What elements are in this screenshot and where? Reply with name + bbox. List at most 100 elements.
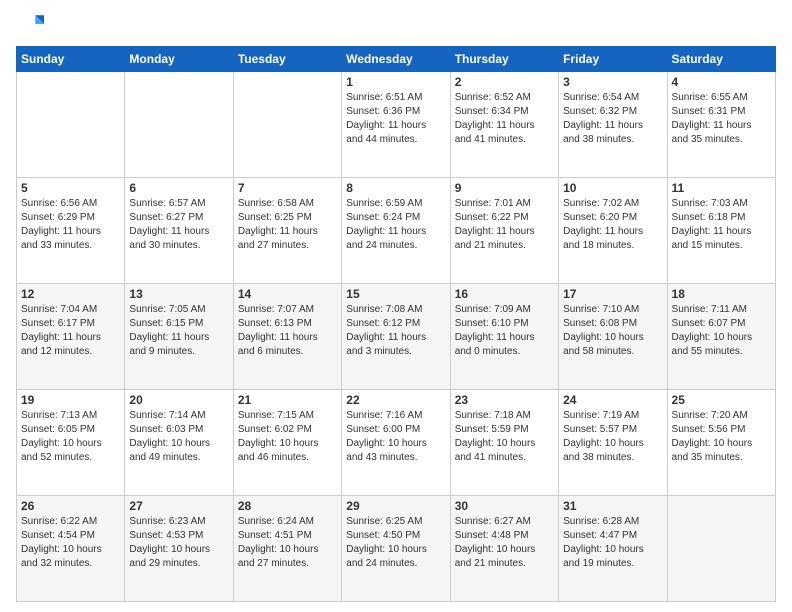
- day-info: Sunrise: 7:08 AM Sunset: 6:12 PM Dayligh…: [346, 303, 445, 359]
- day-number: 7: [238, 181, 337, 195]
- day-info: Sunrise: 7:10 AM Sunset: 6:08 PM Dayligh…: [563, 303, 662, 359]
- day-number: 18: [672, 287, 771, 301]
- day-info: Sunrise: 7:18 AM Sunset: 5:59 PM Dayligh…: [455, 409, 554, 465]
- day-number: 2: [455, 75, 554, 89]
- day-number: 24: [563, 393, 662, 407]
- day-number: 29: [346, 499, 445, 513]
- col-header-friday: Friday: [559, 47, 667, 72]
- calendar-cell: 3 Sunrise: 6:54 AM Sunset: 6:32 PM Daylig…: [559, 72, 667, 178]
- day-number: 1: [346, 75, 445, 89]
- calendar-header-row: SundayMondayTuesdayWednesdayThursdayFrid…: [17, 47, 776, 72]
- day-number: 27: [129, 499, 228, 513]
- calendar-cell: 30Sunrise: 6:27 AM Sunset: 4:48 PM Dayli…: [450, 496, 558, 602]
- day-number: 31: [563, 499, 662, 513]
- day-info: Sunrise: 6:25 AM Sunset: 4:50 PM Dayligh…: [346, 515, 445, 571]
- day-number: 14: [238, 287, 337, 301]
- calendar-week-4: 19 Sunrise: 7:13 AM Sunset: 6:05 PM Dayli…: [17, 390, 776, 496]
- day-info: Sunrise: 7:01 AM Sunset: 6:22 PM Dayligh…: [455, 197, 554, 253]
- day-info: Sunrise: 7:05 AM Sunset: 6:15 PM Dayligh…: [129, 303, 228, 359]
- calendar-cell: 28Sunrise: 6:24 AM Sunset: 4:51 PM Dayli…: [233, 496, 341, 602]
- page: SundayMondayTuesdayWednesdayThursdayFrid…: [0, 0, 792, 612]
- logo-icon: [16, 10, 44, 38]
- day-info: Sunrise: 7:20 AM Sunset: 5:56 PM Dayligh…: [672, 409, 771, 465]
- calendar-cell: 10 Sunrise: 7:02 AM Sunset: 6:20 PM Dayli…: [559, 178, 667, 284]
- calendar-cell: 4 Sunrise: 6:55 AM Sunset: 6:31 PM Daylig…: [667, 72, 775, 178]
- day-info: Sunrise: 6:58 AM Sunset: 6:25 PM Dayligh…: [238, 197, 337, 253]
- day-info: Sunrise: 7:11 AM Sunset: 6:07 PM Dayligh…: [672, 303, 771, 359]
- calendar-cell: 20Sunrise: 7:14 AM Sunset: 6:03 PM Dayli…: [125, 390, 233, 496]
- calendar-week-5: 26 Sunrise: 6:22 AM Sunset: 4:54 PM Dayli…: [17, 496, 776, 602]
- col-header-saturday: Saturday: [667, 47, 775, 72]
- calendar-cell: 23 Sunrise: 7:18 AM Sunset: 5:59 PM Dayli…: [450, 390, 558, 496]
- calendar-cell: 15Sunrise: 7:08 AM Sunset: 6:12 PM Dayli…: [342, 284, 450, 390]
- calendar-cell: 8 Sunrise: 6:59 AM Sunset: 6:24 PM Daylig…: [342, 178, 450, 284]
- day-number: 26: [21, 499, 120, 513]
- day-number: 12: [21, 287, 120, 301]
- day-number: 11: [672, 181, 771, 195]
- day-info: Sunrise: 6:28 AM Sunset: 4:47 PM Dayligh…: [563, 515, 662, 571]
- day-number: 9: [455, 181, 554, 195]
- day-number: 3: [563, 75, 662, 89]
- day-info: Sunrise: 7:16 AM Sunset: 6:00 PM Dayligh…: [346, 409, 445, 465]
- calendar-cell: 5 Sunrise: 6:56 AM Sunset: 6:29 PM Daylig…: [17, 178, 125, 284]
- calendar-cell: 1 Sunrise: 6:51 AM Sunset: 6:36 PM Daylig…: [342, 72, 450, 178]
- calendar-cell: 17 Sunrise: 7:10 AM Sunset: 6:08 PM Dayli…: [559, 284, 667, 390]
- day-info: Sunrise: 7:02 AM Sunset: 6:20 PM Dayligh…: [563, 197, 662, 253]
- calendar-cell: 19 Sunrise: 7:13 AM Sunset: 6:05 PM Dayli…: [17, 390, 125, 496]
- day-number: 10: [563, 181, 662, 195]
- day-info: Sunrise: 7:07 AM Sunset: 6:13 PM Dayligh…: [238, 303, 337, 359]
- day-number: 22: [346, 393, 445, 407]
- day-number: 8: [346, 181, 445, 195]
- calendar-table: SundayMondayTuesdayWednesdayThursdayFrid…: [16, 46, 776, 602]
- day-info: Sunrise: 7:15 AM Sunset: 6:02 PM Dayligh…: [238, 409, 337, 465]
- day-info: Sunrise: 6:54 AM Sunset: 6:32 PM Dayligh…: [563, 91, 662, 147]
- calendar-cell: 27Sunrise: 6:23 AM Sunset: 4:53 PM Dayli…: [125, 496, 233, 602]
- day-number: 5: [21, 181, 120, 195]
- calendar-cell: 11Sunrise: 7:03 AM Sunset: 6:18 PM Dayli…: [667, 178, 775, 284]
- day-info: Sunrise: 6:56 AM Sunset: 6:29 PM Dayligh…: [21, 197, 120, 253]
- day-number: 6: [129, 181, 228, 195]
- col-header-monday: Monday: [125, 47, 233, 72]
- day-number: 23: [455, 393, 554, 407]
- calendar-cell: 26 Sunrise: 6:22 AM Sunset: 4:54 PM Dayli…: [17, 496, 125, 602]
- day-info: Sunrise: 7:04 AM Sunset: 6:17 PM Dayligh…: [21, 303, 120, 359]
- calendar-cell: [17, 72, 125, 178]
- day-info: Sunrise: 7:13 AM Sunset: 6:05 PM Dayligh…: [21, 409, 120, 465]
- day-number: 4: [672, 75, 771, 89]
- col-header-wednesday: Wednesday: [342, 47, 450, 72]
- col-header-tuesday: Tuesday: [233, 47, 341, 72]
- day-number: 21: [238, 393, 337, 407]
- day-number: 13: [129, 287, 228, 301]
- calendar-cell: 7 Sunrise: 6:58 AM Sunset: 6:25 PM Daylig…: [233, 178, 341, 284]
- calendar-cell: 29 Sunrise: 6:25 AM Sunset: 4:50 PM Dayli…: [342, 496, 450, 602]
- header: [16, 10, 776, 38]
- calendar-cell: 16 Sunrise: 7:09 AM Sunset: 6:10 PM Dayli…: [450, 284, 558, 390]
- calendar-cell: [667, 496, 775, 602]
- day-number: 17: [563, 287, 662, 301]
- day-info: Sunrise: 7:09 AM Sunset: 6:10 PM Dayligh…: [455, 303, 554, 359]
- day-info: Sunrise: 6:55 AM Sunset: 6:31 PM Dayligh…: [672, 91, 771, 147]
- col-header-thursday: Thursday: [450, 47, 558, 72]
- col-header-sunday: Sunday: [17, 47, 125, 72]
- day-number: 20: [129, 393, 228, 407]
- calendar-cell: 12 Sunrise: 7:04 AM Sunset: 6:17 PM Dayli…: [17, 284, 125, 390]
- day-info: Sunrise: 6:59 AM Sunset: 6:24 PM Dayligh…: [346, 197, 445, 253]
- calendar-cell: 18 Sunrise: 7:11 AM Sunset: 6:07 PM Dayli…: [667, 284, 775, 390]
- day-number: 16: [455, 287, 554, 301]
- calendar-cell: 31 Sunrise: 6:28 AM Sunset: 4:47 PM Dayli…: [559, 496, 667, 602]
- logo: [16, 10, 48, 38]
- day-number: 30: [455, 499, 554, 513]
- calendar-cell: 22 Sunrise: 7:16 AM Sunset: 6:00 PM Dayli…: [342, 390, 450, 496]
- calendar-cell: [233, 72, 341, 178]
- day-info: Sunrise: 7:19 AM Sunset: 5:57 PM Dayligh…: [563, 409, 662, 465]
- calendar-week-3: 12 Sunrise: 7:04 AM Sunset: 6:17 PM Dayli…: [17, 284, 776, 390]
- calendar-cell: 13 Sunrise: 7:05 AM Sunset: 6:15 PM Dayli…: [125, 284, 233, 390]
- calendar-cell: 6Sunrise: 6:57 AM Sunset: 6:27 PM Daylig…: [125, 178, 233, 284]
- day-info: Sunrise: 6:51 AM Sunset: 6:36 PM Dayligh…: [346, 91, 445, 147]
- calendar-cell: 24 Sunrise: 7:19 AM Sunset: 5:57 PM Dayli…: [559, 390, 667, 496]
- day-number: 19: [21, 393, 120, 407]
- day-info: Sunrise: 6:52 AM Sunset: 6:34 PM Dayligh…: [455, 91, 554, 147]
- calendar-cell: 2 Sunrise: 6:52 AM Sunset: 6:34 PM Daylig…: [450, 72, 558, 178]
- day-number: 25: [672, 393, 771, 407]
- day-info: Sunrise: 6:22 AM Sunset: 4:54 PM Dayligh…: [21, 515, 120, 571]
